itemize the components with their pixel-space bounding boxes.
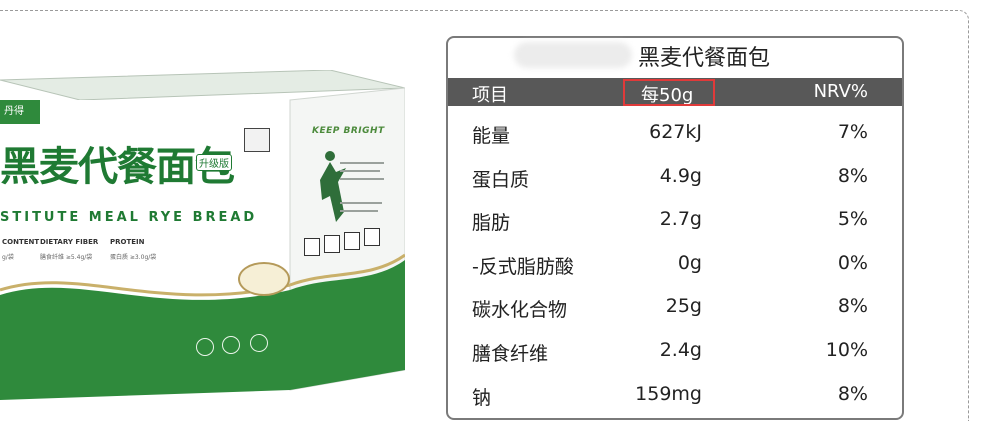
nutrient-nrv: 7% <box>837 121 868 143</box>
nutrient-name: 钠 <box>472 387 492 409</box>
stat-label: PROTEIN <box>110 238 145 246</box>
nutrient-name: 能量 <box>472 125 511 147</box>
box-logo-icon <box>244 128 270 152</box>
header-item: 项目 <box>472 85 508 106</box>
table-row: 碳水化合物 25g 8% <box>448 295 902 325</box>
box-english-name: STITUTE MEAL RYE BREAD <box>0 210 258 225</box>
nutrition-title: 黑麦代餐面包 <box>638 46 771 71</box>
table-row: 能量 627kJ 7% <box>448 121 902 151</box>
nutrition-table: 黑麦代餐面包 项目 每50g NRV% 能量 627kJ 7% 蛋白质 4.9g… <box>446 36 904 420</box>
nutrient-name: 蛋白质 <box>472 169 530 191</box>
box-stats: CONTENT DIETARY FIBER PROTEIN g/袋 膳食纤维 ≥… <box>0 238 170 268</box>
nutrient-nrv: 0% <box>837 252 868 274</box>
stat-value: 膳食纤维 ≥5.4g/袋 <box>40 254 93 261</box>
table-row: 钠 159mg 8% <box>448 383 902 413</box>
stat-label: CONTENT <box>2 238 40 246</box>
nutrient-nrv: 8% <box>837 165 868 187</box>
nutrient-amount: 627kJ <box>649 121 702 143</box>
nutrient-amount: 0g <box>677 252 702 274</box>
stat-value: g/袋 <box>2 254 14 261</box>
nutrient-amount: 4.9g <box>659 165 702 187</box>
stat-value: 蛋白质 ≥3.0g/袋 <box>110 254 157 261</box>
nutrient-name: 膳食纤维 <box>472 343 549 365</box>
quality-seal-icon <box>238 262 290 296</box>
header-nrv: NRV% <box>813 81 868 102</box>
table-row: 脂肪 2.7g 5% <box>448 208 902 238</box>
nutrient-amount: 2.7g <box>659 208 702 230</box>
nutrient-nrv: 8% <box>837 383 868 405</box>
nutrient-amount: 159mg <box>635 383 702 405</box>
nutrient-name: 脂肪 <box>472 212 511 234</box>
blurred-brand <box>514 42 632 68</box>
nutrient-nrv: 10% <box>825 339 868 361</box>
nutrient-name: 碳水化合物 <box>472 299 568 321</box>
nutrient-amount: 2.4g <box>659 339 702 361</box>
box-tagline: KEEP BRIGHT <box>312 126 385 136</box>
brand-tag: 丹得 <box>0 100 40 124</box>
table-row: 膳食纤维 2.4g 10% <box>448 339 902 369</box>
stat-label: DIETARY FIBER <box>40 238 99 246</box>
product-box-image: 丹得 黑麦代餐面包 升级版 STITUTE MEAL RYE BREAD CON… <box>0 70 405 400</box>
nutrient-name: -反式脂肪酸 <box>472 256 574 278</box>
nutrient-nrv: 5% <box>837 208 868 230</box>
per-serving-highlight <box>623 79 715 106</box>
table-row: -反式脂肪酸 0g 0% <box>448 252 902 282</box>
table-row: 蛋白质 4.9g 8% <box>448 165 902 195</box>
upgrade-badge: 升级版 <box>196 154 232 171</box>
nutrient-nrv: 8% <box>837 295 868 317</box>
nutrient-amount: 25g <box>665 295 702 317</box>
